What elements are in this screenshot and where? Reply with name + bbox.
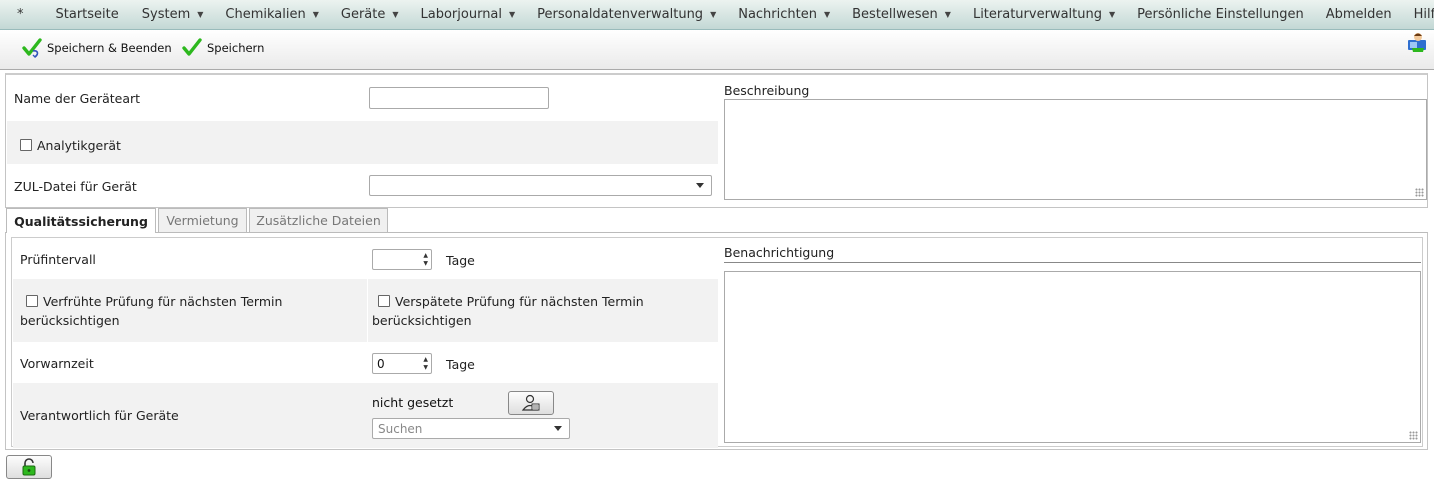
menu-item-laborjournal[interactable]: Laborjournal ▼ [410,0,527,30]
notification-divider [724,262,1421,263]
chevron-down-icon: ▼ [392,10,399,19]
resize-grip-icon[interactable] [1415,188,1424,197]
lock-button[interactable] [6,455,52,479]
late-checkbox[interactable] [378,295,390,307]
menu-item-startseite[interactable]: Startseite [34,0,131,30]
early-check-row: Verfrühte Prüfung für nächsten Termin be… [20,294,283,328]
warning-unit: Tage [446,356,475,372]
description-label: Beschreibung [724,83,810,98]
save-close-button[interactable]: Speichern & Beenden [22,35,172,61]
menu-item-personaldatenverwaltung[interactable]: Personaldatenverwaltung ▼ [526,0,727,30]
analytic-label: Analytikgerät [37,137,121,153]
stepper-down-icon[interactable]: ▼ [423,365,428,371]
warning-label: Vorwarnzeit [20,355,94,371]
zul-select[interactable] [369,175,712,196]
save-label: Speichern [207,41,265,55]
menu-item-nachrichten[interactable]: Nachrichten ▼ [727,0,841,30]
menu-star[interactable]: * [0,0,34,30]
stepper-down-icon[interactable]: ▼ [423,261,428,267]
name-label: Name der Geräteart [14,90,141,106]
notification-label: Benachrichtigung [724,245,835,260]
tab-vermietung[interactable]: Vermietung [158,208,247,232]
menu-item-hilfe[interactable]: Hilfe [1403,0,1434,30]
early-checkbox[interactable] [26,295,38,307]
interval-label: Prüfintervall [20,251,96,267]
name-input[interactable] [369,87,549,109]
stepper-up-icon[interactable]: ▲ [423,357,428,363]
interval-unit: Tage [446,252,475,268]
chevron-down-icon: ▼ [312,10,319,19]
zul-label: ZUL-Datei für Gerät [14,178,137,194]
toolbar: Speichern & Beenden Speichern [0,30,1434,70]
person-select-icon [521,394,540,411]
chevron-down-icon: ▼ [944,10,951,19]
menu-item-persoenliche-einstellungen[interactable]: Persönliche Einstellungen [1126,0,1315,30]
notification-textarea[interactable] [724,271,1421,443]
chevron-down-icon: ▼ [823,10,831,19]
save-button[interactable]: Speichern [182,35,264,61]
responsible-label: Verantwortlich für Geräte [20,407,179,423]
tab-qualitaetssicherung[interactable]: Qualitätssicherung [6,208,156,233]
analytic-checkbox[interactable] [20,139,32,151]
menu-item-system[interactable]: System ▼ [131,0,215,30]
resize-grip-icon[interactable] [1409,431,1418,440]
stepper-up-icon[interactable]: ▲ [423,253,428,259]
menu-item-chemikalien[interactable]: Chemikalien ▼ [214,0,329,30]
person-search-select[interactable]: Suchen [372,418,570,439]
chevron-down-icon: ▼ [1108,10,1116,19]
menu-item-geraete[interactable]: Geräte ▼ [330,0,410,30]
qa-panel: Prüfintervall ▲ ▼ Tage Verfrühte Prüfung… [5,232,1428,450]
check-icon [182,38,202,56]
check-arrow-icon [22,38,42,58]
chevron-down-icon: ▼ [710,10,717,19]
tab-zusaetzliche-dateien[interactable]: Zusätzliche Dateien [249,208,388,232]
unlock-icon [22,458,36,476]
chevron-down-icon: ▼ [509,10,516,19]
interval-stepper[interactable]: ▲ ▼ [372,249,432,270]
save-close-label: Speichern & Beenden [47,41,172,55]
chevron-down-icon [554,426,562,431]
chevron-down-icon: ▼ [197,10,204,19]
late-check-row: Verspätete Prüfung für nächsten Termin b… [372,294,644,328]
user-card-icon[interactable] [1406,31,1428,53]
analytic-row: Analytikgerät [20,133,121,157]
pick-person-button[interactable] [508,391,554,415]
responsible-value: nicht gesetzt [372,394,454,410]
menu-item-literaturverwaltung[interactable]: Literaturverwaltung ▼ [962,0,1126,30]
description-textarea[interactable] [724,99,1427,200]
chevron-down-icon [696,183,704,188]
menu-item-abmelden[interactable]: Abmelden [1315,0,1403,30]
menu-bar: * Startseite System ▼ Chemikalien ▼ Geräte… [0,0,1434,30]
device-type-panel: Name der Geräteart Analytikgerät ZUL-Dat… [5,73,1428,208]
menu-item-bestellwesen[interactable]: Bestellwesen ▼ [841,0,962,30]
warning-stepper[interactable]: 0 ▲ ▼ [372,353,432,374]
